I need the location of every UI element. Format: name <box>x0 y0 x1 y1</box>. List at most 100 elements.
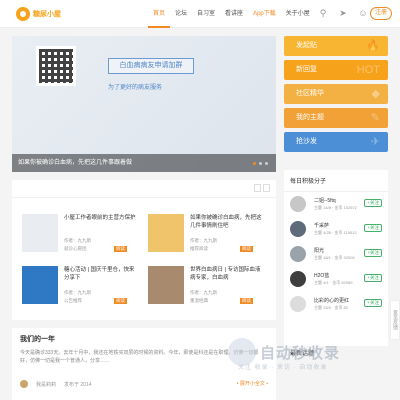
news-item[interactable]: 糖心活动 | 国庆千里仓，快来分享下 作者：九九斯 公告推荐 阅读 <box>22 262 138 306</box>
pager <box>254 184 270 192</box>
member-stats: 主题 14/8 · 金币 102672 <box>314 205 357 210</box>
quick-link-label: 社区精华 <box>296 90 324 97</box>
panel-header <box>12 180 276 198</box>
watermark: 自动秒收录 关注 收录 · 来访 · 自动收录 <box>228 328 400 376</box>
article-date: 发布于 2014 <box>64 381 92 388</box>
news-author: 作者：九九斯 <box>190 238 217 243</box>
prev-page-button[interactable] <box>254 184 261 192</box>
follow-button[interactable]: +关注 <box>364 249 382 257</box>
banner-subtitle: 为了更好的病友服务 <box>108 85 163 91</box>
author-name[interactable]: 我是莉莉 <box>36 381 56 388</box>
avatar[interactable] <box>290 271 306 287</box>
news-thumbnail[interactable] <box>148 266 184 304</box>
decorative-icon: 🔥 <box>366 40 380 52</box>
banner-caption[interactable]: 如果你被确诊白血病，先把这几件事跟着做 <box>12 154 276 172</box>
member-row: 比彩的心的更红 主题 25/9 · 金币 82 +关注 <box>284 292 388 317</box>
avatar[interactable] <box>290 221 306 237</box>
avatar[interactable] <box>290 196 306 212</box>
avatar[interactable] <box>290 296 306 312</box>
watermark-subtitle: 关注 收录 · 来访 · 自动收录 <box>238 365 328 371</box>
news-title[interactable]: 如果你被确诊白血病，先把这几件事情刷住吧 <box>190 214 262 230</box>
quick-link-label: 抢沙发 <box>296 138 317 145</box>
news-item[interactable]: 如果你被确诊白血病，先把这几件事情刷住吧作者：九九斯 推荐阅读 阅读 <box>148 210 264 254</box>
signup-button[interactable]: 注册 <box>370 7 392 20</box>
member-name[interactable]: 阳光 <box>314 247 324 254</box>
read-badge[interactable]: 阅读 <box>114 246 127 252</box>
top-icons: ⚲ ➤ ☺ <box>318 8 368 18</box>
member-name[interactable]: H2O蓝 <box>314 272 329 279</box>
news-thumbnail[interactable] <box>22 266 58 304</box>
quick-link-label: 新回复 <box>296 66 317 73</box>
nav-about[interactable]: 关于小屋 <box>281 0 315 28</box>
quick-link-card[interactable]: 发起贴 🔥 <box>284 36 388 56</box>
quick-link-card[interactable]: 社区精华 ◆ <box>284 84 388 104</box>
news-thumbnail[interactable] <box>148 214 184 252</box>
member-name[interactable]: 二姐--5ftq <box>314 197 336 204</box>
news-source: 公告推荐 <box>64 298 82 303</box>
active-members-panel: 每日积极分子 二姐--5ftq 主题 14/8 · 金币 102672 +关注 千采萨… <box>284 170 388 346</box>
follow-button[interactable]: +关注 <box>364 224 382 232</box>
banner-cta[interactable]: 白血病病友申请加群 <box>108 58 194 74</box>
article-excerpt: 今天是确诊333天。去年十月中，我还在地铁买双层的时候的资料。今年，即使是科还是… <box>20 350 259 364</box>
news-thumbnail[interactable] <box>22 214 58 252</box>
main-nav: 首页 论坛 自习室 看讲座 App下载 关于小屋 <box>148 0 315 28</box>
quick-link-card[interactable]: 新回复 HOT <box>284 60 388 80</box>
logo-icon <box>16 7 30 21</box>
nav-home[interactable]: 首页 <box>148 0 171 28</box>
carousel-dot[interactable] <box>253 162 256 165</box>
member-stats: 主题 18/1 · 金币 32000 <box>314 255 355 260</box>
news-author: 作者：九九斯 <box>64 238 91 243</box>
banner-carousel[interactable]: 白血病病友申请加群 为了更好的病友服务 如果你被确诊白血病，先把这几件事跟着做 <box>12 36 276 172</box>
news-panel: 小屋工作者眼前的主营方保护 作者：九九斯 就诊心愿团 阅读 如果你被确诊白血病，先把这几… <box>12 180 276 320</box>
news-title[interactable]: 小屋工作者眼前的主营方保护 <box>64 214 136 222</box>
watermark-text: 自动秒收录 <box>260 344 341 362</box>
quick-link-card[interactable]: 我的主题 ✎ <box>284 108 388 128</box>
follow-button[interactable]: +关注 <box>364 299 382 307</box>
send-icon[interactable]: ➤ <box>338 8 348 18</box>
user-icon[interactable]: ☺ <box>358 8 368 18</box>
nav-forum[interactable]: 论坛 <box>170 0 192 28</box>
member-name[interactable]: 千采萨 <box>314 222 329 229</box>
news-source: 推荐阅读 <box>190 246 208 251</box>
search-icon[interactable]: ⚲ <box>318 8 328 18</box>
follow-button[interactable]: +关注 <box>364 199 382 207</box>
quick-link-label: 我的主题 <box>296 114 324 121</box>
follow-button[interactable]: +关注 <box>364 274 382 282</box>
read-badge[interactable]: 阅读 <box>240 298 253 304</box>
decorative-icon: ✎ <box>370 112 380 124</box>
member-stats: 主题 4/28 · 金币 119512 <box>314 230 357 235</box>
next-page-button[interactable] <box>263 184 270 192</box>
quick-links: 发起贴 🔥 新回复 HOT 社区精华 ◆ 我的主题 ✎ 抢沙发 ✈ <box>284 36 388 156</box>
feedback-tab[interactable]: 意见反馈 <box>390 300 400 340</box>
nav-study[interactable]: 自习室 <box>192 0 220 28</box>
nav-app-download[interactable]: App下载 <box>248 0 281 28</box>
decorative-icon: ✈ <box>370 136 380 148</box>
decorative-icon: ◆ <box>371 88 380 100</box>
member-row: 阳光 主题 18/1 · 金币 32000 +关注 <box>284 242 388 267</box>
avatar[interactable] <box>290 246 306 262</box>
site-logo[interactable]: 糖尿小屋 <box>16 6 61 22</box>
read-badge[interactable]: 阅读 <box>240 246 253 252</box>
quick-link-label: 发起贴 <box>296 42 317 49</box>
expand-article-link[interactable]: • 展开小全文 • <box>237 380 268 387</box>
news-item[interactable]: 小屋工作者眼前的主营方保护 作者：九九斯 就诊心愿团 阅读 <box>22 210 138 254</box>
news-source: 就诊心愿团 <box>64 246 87 251</box>
news-title[interactable]: 糖心活动 | 国庆千里仓，快来分享下 <box>64 266 136 282</box>
article-footer: 我是莉莉 发布于 2014 <box>20 380 92 388</box>
news-title[interactable]: 世界白血病日 | 专访国际血液病专家，白血病 <box>190 266 262 282</box>
top-navigation-bar: 糖尿小屋 首页 论坛 自习室 看讲座 App下载 关于小屋 ⚲ ➤ ☺ 注册 <box>0 0 400 28</box>
logo-text: 糖尿小屋 <box>33 11 61 18</box>
carousel-dot[interactable] <box>259 162 262 165</box>
author-avatar[interactable] <box>20 380 28 388</box>
news-source: 重温经典 <box>190 298 208 303</box>
carousel-dot[interactable] <box>265 162 268 165</box>
nav-lectures[interactable]: 看讲座 <box>220 0 248 28</box>
member-row: 二姐--5ftq 主题 14/8 · 金币 102672 +关注 <box>284 192 388 217</box>
member-row: H2O蓝 主题 4/1 · 金币 62089 +关注 <box>284 267 388 292</box>
news-item[interactable]: 世界白血病日 | 专访国际血液病专家，白血病 作者：九九斯 重温经典 阅读 <box>148 262 264 306</box>
qr-code <box>36 46 76 86</box>
member-name[interactable]: 比彩的心的更红 <box>314 297 349 304</box>
member-stats: 主题 25/9 · 金币 82 <box>314 305 349 310</box>
quick-link-card[interactable]: 抢沙发 ✈ <box>284 132 388 152</box>
read-badge[interactable]: 阅读 <box>114 298 127 304</box>
